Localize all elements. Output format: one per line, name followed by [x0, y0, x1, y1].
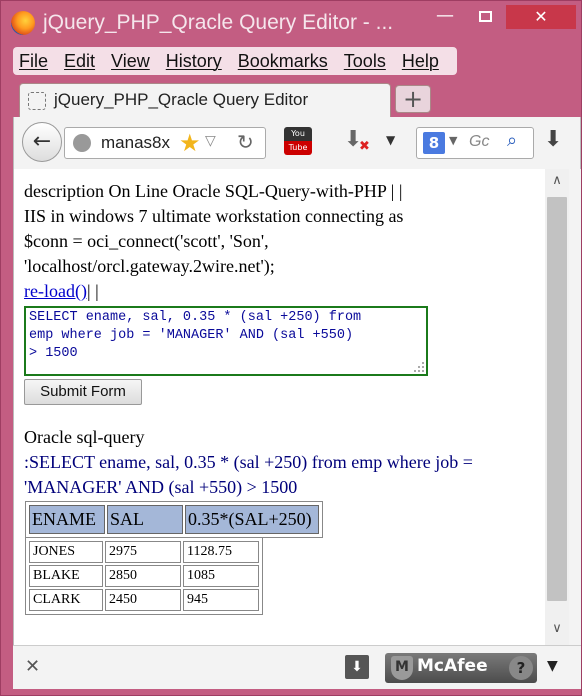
menu-bookmarks[interactable]: Bookmarks: [238, 51, 328, 72]
table-cell: 1128.75: [183, 541, 259, 563]
query-echo-line-2: 'MANAGER' AND (sal +550) > 1500: [24, 477, 298, 497]
page-content: description On Line Oracle SQL-Query-wit…: [13, 169, 545, 645]
table-cell: BLAKE: [29, 565, 103, 587]
back-button[interactable]: ←: [22, 122, 62, 162]
menu-tools[interactable]: Tools: [344, 51, 386, 72]
header-row: ENAME SAL 0.35*(SAL+250): [29, 505, 319, 534]
grip-dot: [414, 370, 416, 372]
navigation-toolbar: ← manas8x ★ ▽ ↻ You Tube ⬇ ✖ ▼ 8 ▼ Gc ⌕ …: [13, 117, 581, 169]
table-cell: 2450: [105, 589, 181, 611]
url-dropdown-icon[interactable]: ▽: [205, 133, 216, 149]
globe-icon: [73, 134, 91, 152]
table-row: BLAKE 2850 1085: [29, 565, 259, 587]
help-icon[interactable]: ?: [509, 656, 533, 680]
addon-bar: ✕ ⬇ M McAfee ? ▼: [13, 645, 581, 689]
menu-view[interactable]: View: [111, 51, 150, 72]
new-tab-button[interactable]: +: [395, 85, 431, 113]
description-text: description On Line Oracle SQL-Query-wit…: [24, 179, 494, 304]
youtube-label-top: You: [284, 127, 312, 141]
mcafee-label: McAfee: [417, 656, 488, 676]
table-cell: 2975: [105, 541, 181, 563]
page-icon: [28, 92, 46, 110]
search-input[interactable]: Gc: [469, 133, 489, 151]
vertical-scrollbar[interactable]: ∧ ∨: [545, 169, 569, 645]
query-textarea[interactable]: SELECT ename, sal, 0.35 * (sal +250) fro…: [24, 306, 428, 376]
close-button[interactable]: ✕: [506, 5, 576, 29]
reload-link[interactable]: re-load(): [24, 281, 87, 301]
minimize-button[interactable]: —: [431, 5, 459, 29]
url-bar[interactable]: manas8x ★ ▽ ↻: [64, 127, 266, 159]
grip-dot: [418, 366, 420, 368]
window-title: jQuery_PHP_Qracle Query Editor - ...: [43, 11, 394, 34]
maximize-icon: [478, 11, 492, 22]
addon-dropdown-icon[interactable]: ▼: [547, 658, 558, 674]
desc-line-1: description On Line Oracle SQL-Query-wit…: [24, 181, 403, 201]
query-echo-line-1: :SELECT ename, sal, 0.35 * (sal +250) fr…: [24, 452, 473, 472]
magnifier-icon[interactable]: ⌕: [507, 130, 517, 151]
table-row: CLARK 2450 945: [29, 589, 259, 611]
header-sal: SAL: [107, 505, 183, 534]
result-data-table: JONES 2975 1128.75 BLAKE 2850 1085 CLARK…: [25, 537, 263, 615]
reload-line: re-load()| |: [24, 279, 494, 304]
menu-bar: File Edit View History Bookmarks Tools H…: [13, 47, 457, 75]
result-header-table: ENAME SAL 0.35*(SAL+250): [25, 501, 323, 538]
firefox-logo-icon: [11, 11, 35, 35]
search-engine-icon[interactable]: 8: [423, 132, 445, 154]
menu-help[interactable]: Help: [402, 51, 439, 72]
table-cell: 945: [183, 589, 259, 611]
reload-suffix: | |: [86, 281, 99, 301]
resize-grip-icon[interactable]: [412, 362, 424, 372]
toolbar-dropdown-icon[interactable]: ▼: [386, 133, 395, 147]
reload-icon[interactable]: ↻: [237, 130, 254, 154]
url-text[interactable]: manas8x: [101, 133, 170, 153]
title-bar: jQuery_PHP_Qracle Query Editor - ... — ✕: [1, 1, 582, 45]
table-row: JONES 2975 1128.75: [29, 541, 259, 563]
mcafee-button[interactable]: M McAfee ?: [385, 653, 537, 683]
desc-line-3: $conn = oci_connect('scott', 'Son',: [24, 231, 269, 251]
back-arrow-icon: ←: [32, 129, 52, 154]
bookmark-star-icon[interactable]: ★: [179, 129, 201, 157]
addon-close-icon[interactable]: ✕: [25, 656, 40, 677]
submit-button[interactable]: Submit Form: [24, 379, 142, 405]
maximize-button[interactable]: [471, 5, 499, 29]
tab-active[interactable]: jQuery_PHP_Qracle Query Editor: [19, 83, 391, 117]
window-edge: [569, 169, 581, 645]
header-ename: ENAME: [29, 505, 105, 534]
result-heading: Oracle sql-query: [24, 427, 145, 447]
scroll-up-icon[interactable]: ∧: [545, 173, 569, 191]
youtube-label-bottom: Tube: [284, 141, 312, 155]
search-box[interactable]: 8 ▼ Gc ⌕: [416, 127, 534, 159]
browser-window: jQuery_PHP_Qracle Query Editor - ... — ✕…: [0, 0, 582, 696]
table-cell: JONES: [29, 541, 103, 563]
addon-download-icon[interactable]: ⬇: [345, 655, 369, 679]
header-calc: 0.35*(SAL+250): [185, 505, 319, 534]
scroll-thumb[interactable]: [547, 197, 567, 601]
downloads-icon[interactable]: ⬇: [544, 127, 562, 152]
blocked-x-icon: ✖: [359, 139, 370, 154]
menu-history[interactable]: History: [166, 51, 222, 72]
table-cell: 2850: [105, 565, 181, 587]
menu-file[interactable]: File: [19, 51, 48, 72]
mcafee-shield-icon: M: [391, 656, 413, 680]
table-cell: CLARK: [29, 589, 103, 611]
result-section: Oracle sql-query :SELECT ename, sal, 0.3…: [24, 425, 494, 500]
grip-dot: [418, 370, 420, 372]
search-engine-dropdown-icon[interactable]: ▼: [449, 134, 457, 147]
desc-line-4: 'localhost/orcl.gateway.2wire.net');: [24, 256, 275, 276]
table-cell: 1085: [183, 565, 259, 587]
grip-dot: [422, 366, 424, 368]
desc-line-2: IIS in windows 7 ultimate workstation co…: [24, 206, 404, 226]
grip-dot: [422, 362, 424, 364]
youtube-icon[interactable]: You Tube: [284, 127, 312, 157]
scroll-down-icon[interactable]: ∨: [545, 621, 569, 639]
menu-edit[interactable]: Edit: [64, 51, 95, 72]
tab-title: jQuery_PHP_Qracle Query Editor: [54, 90, 309, 109]
grip-dot: [422, 370, 424, 372]
